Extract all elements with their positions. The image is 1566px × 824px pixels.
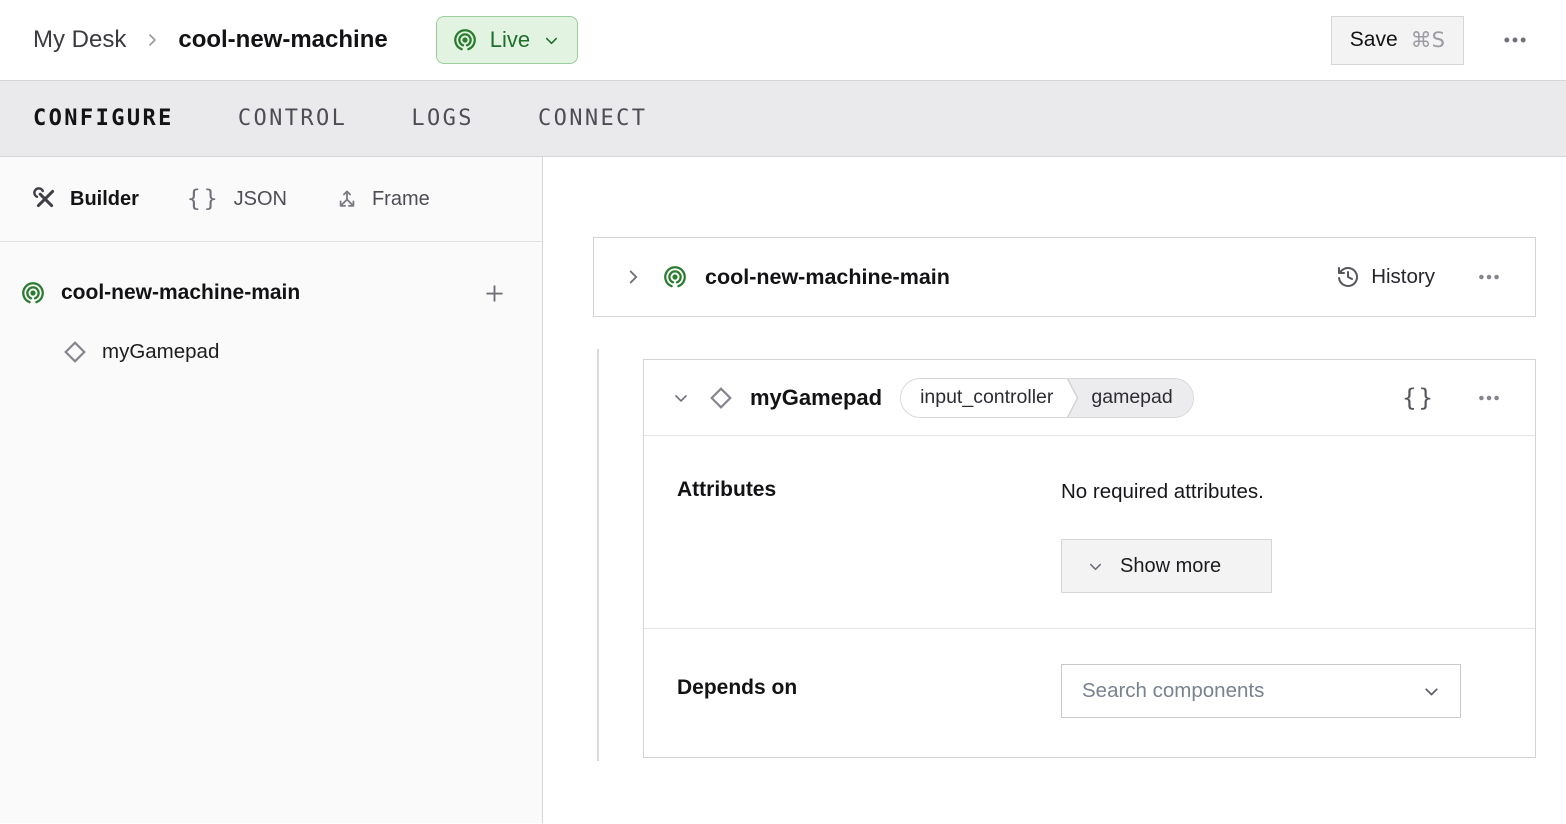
- history-button[interactable]: History: [1336, 265, 1435, 289]
- chevron-down-icon: [1086, 557, 1105, 576]
- depends-on-section: Depends on Search components: [644, 629, 1535, 757]
- breadcrumb: My Desk cool-new-machine: [33, 26, 388, 54]
- view-toggle-frame[interactable]: Frame: [335, 187, 430, 211]
- view-toggle-frame-label: Frame: [372, 188, 430, 211]
- show-more-button[interactable]: Show more: [1061, 539, 1272, 593]
- component-card-header: myGamepad input_controller gamepad {}: [644, 360, 1535, 436]
- tab-logs[interactable]: LOGS: [411, 98, 474, 139]
- live-status-label: Live: [490, 27, 530, 53]
- frame-axes-icon: [335, 187, 359, 211]
- tab-configure[interactable]: CONFIGURE: [33, 98, 174, 139]
- machine-part-icon: [20, 280, 46, 306]
- part-card-menu-button[interactable]: [1469, 257, 1509, 297]
- chevron-down-icon: [1421, 681, 1442, 702]
- attributes-section: Attributes No required attributes. Show …: [644, 436, 1535, 629]
- component-card: myGamepad input_controller gamepad {}: [643, 359, 1536, 758]
- part-card-expand-button[interactable]: [616, 260, 650, 294]
- raw-json-toggle-button[interactable]: {}: [1402, 384, 1435, 412]
- machine-part-icon: [662, 264, 688, 290]
- add-component-button[interactable]: [476, 275, 512, 311]
- show-more-label: Show more: [1120, 555, 1221, 578]
- top-bar-actions: Save ⌘S: [1331, 16, 1536, 65]
- save-shortcut-hint: ⌘S: [1411, 28, 1445, 52]
- tree-item-component[interactable]: myGamepad: [0, 332, 542, 372]
- badge-chevron-divider-icon: [1067, 378, 1081, 418]
- ellipsis-icon: [1501, 26, 1529, 54]
- nesting-line: [597, 349, 599, 761]
- component-type-label: input_controller: [901, 379, 1067, 417]
- top-bar: My Desk cool-new-machine Live Save ⌘S: [0, 0, 1566, 81]
- attributes-empty-text: No required attributes.: [1061, 478, 1507, 506]
- depends-on-content: Search components: [1061, 664, 1507, 718]
- view-toggle-builder[interactable]: Builder: [33, 187, 139, 211]
- tab-connect[interactable]: CONNECT: [538, 98, 648, 139]
- save-button[interactable]: Save ⌘S: [1331, 16, 1464, 65]
- view-toggle-json[interactable]: {} JSON: [187, 186, 287, 212]
- topbar-overflow-menu-button[interactable]: [1494, 19, 1536, 61]
- config-sidebar: Builder {} JSON Frame: [0, 157, 543, 823]
- part-card-actions: History: [1336, 257, 1509, 297]
- component-card-actions: {}: [1402, 378, 1509, 418]
- breadcrumb-current: cool-new-machine: [178, 26, 387, 54]
- breadcrumb-chevron-icon: [142, 30, 162, 50]
- tree-part-label: cool-new-machine-main: [61, 281, 300, 305]
- depends-on-select[interactable]: Search components: [1061, 664, 1461, 718]
- save-button-label: Save: [1350, 28, 1398, 52]
- component-card-title: myGamepad: [750, 385, 882, 411]
- tree-item-part[interactable]: cool-new-machine-main: [0, 270, 542, 316]
- component-model-label: gamepad: [1081, 379, 1192, 417]
- component-card-menu-button[interactable]: [1469, 378, 1509, 418]
- chevron-right-icon: [622, 266, 644, 288]
- attributes-label: Attributes: [677, 478, 1061, 593]
- view-toggle-json-label: JSON: [234, 188, 287, 211]
- component-diamond-icon: [62, 339, 88, 365]
- view-toggle-builder-label: Builder: [70, 188, 139, 211]
- chevron-down-icon: [671, 388, 691, 408]
- config-main-panel: cool-new-machine-main History: [543, 157, 1566, 823]
- attributes-content: No required attributes. Show more: [1061, 478, 1507, 593]
- ellipsis-icon: [1476, 264, 1502, 290]
- machine-config-page: My Desk cool-new-machine Live Save ⌘S CO…: [0, 0, 1566, 823]
- ellipsis-icon: [1476, 385, 1502, 411]
- tab-control[interactable]: CONTROL: [238, 98, 348, 139]
- chevron-down-icon: [542, 31, 561, 50]
- tab-bar: CONFIGURE CONTROL LOGS CONNECT: [0, 81, 1566, 157]
- history-button-label: History: [1371, 265, 1435, 289]
- history-clock-icon: [1336, 265, 1360, 289]
- live-broadcast-icon: [452, 27, 478, 53]
- plus-icon: [482, 281, 507, 306]
- component-card-collapse-button[interactable]: [664, 381, 698, 415]
- view-toggle: Builder {} JSON Frame: [0, 157, 542, 242]
- depends-on-placeholder: Search components: [1082, 679, 1264, 703]
- breadcrumb-parent-link[interactable]: My Desk: [33, 26, 126, 54]
- part-card: cool-new-machine-main History: [593, 237, 1536, 317]
- machine-tree: cool-new-machine-main myGamepad: [0, 242, 542, 372]
- tools-icon: [33, 187, 57, 211]
- component-type-badge: input_controller gamepad: [900, 378, 1194, 418]
- component-diamond-icon: [708, 385, 734, 411]
- tree-component-label: myGamepad: [102, 340, 219, 364]
- machine-status-dropdown[interactable]: Live: [436, 16, 578, 64]
- part-card-title: cool-new-machine-main: [705, 265, 950, 290]
- content-area: Builder {} JSON Frame: [0, 157, 1566, 823]
- braces-icon: {}: [187, 186, 221, 212]
- depends-on-label: Depends on: [677, 676, 1061, 718]
